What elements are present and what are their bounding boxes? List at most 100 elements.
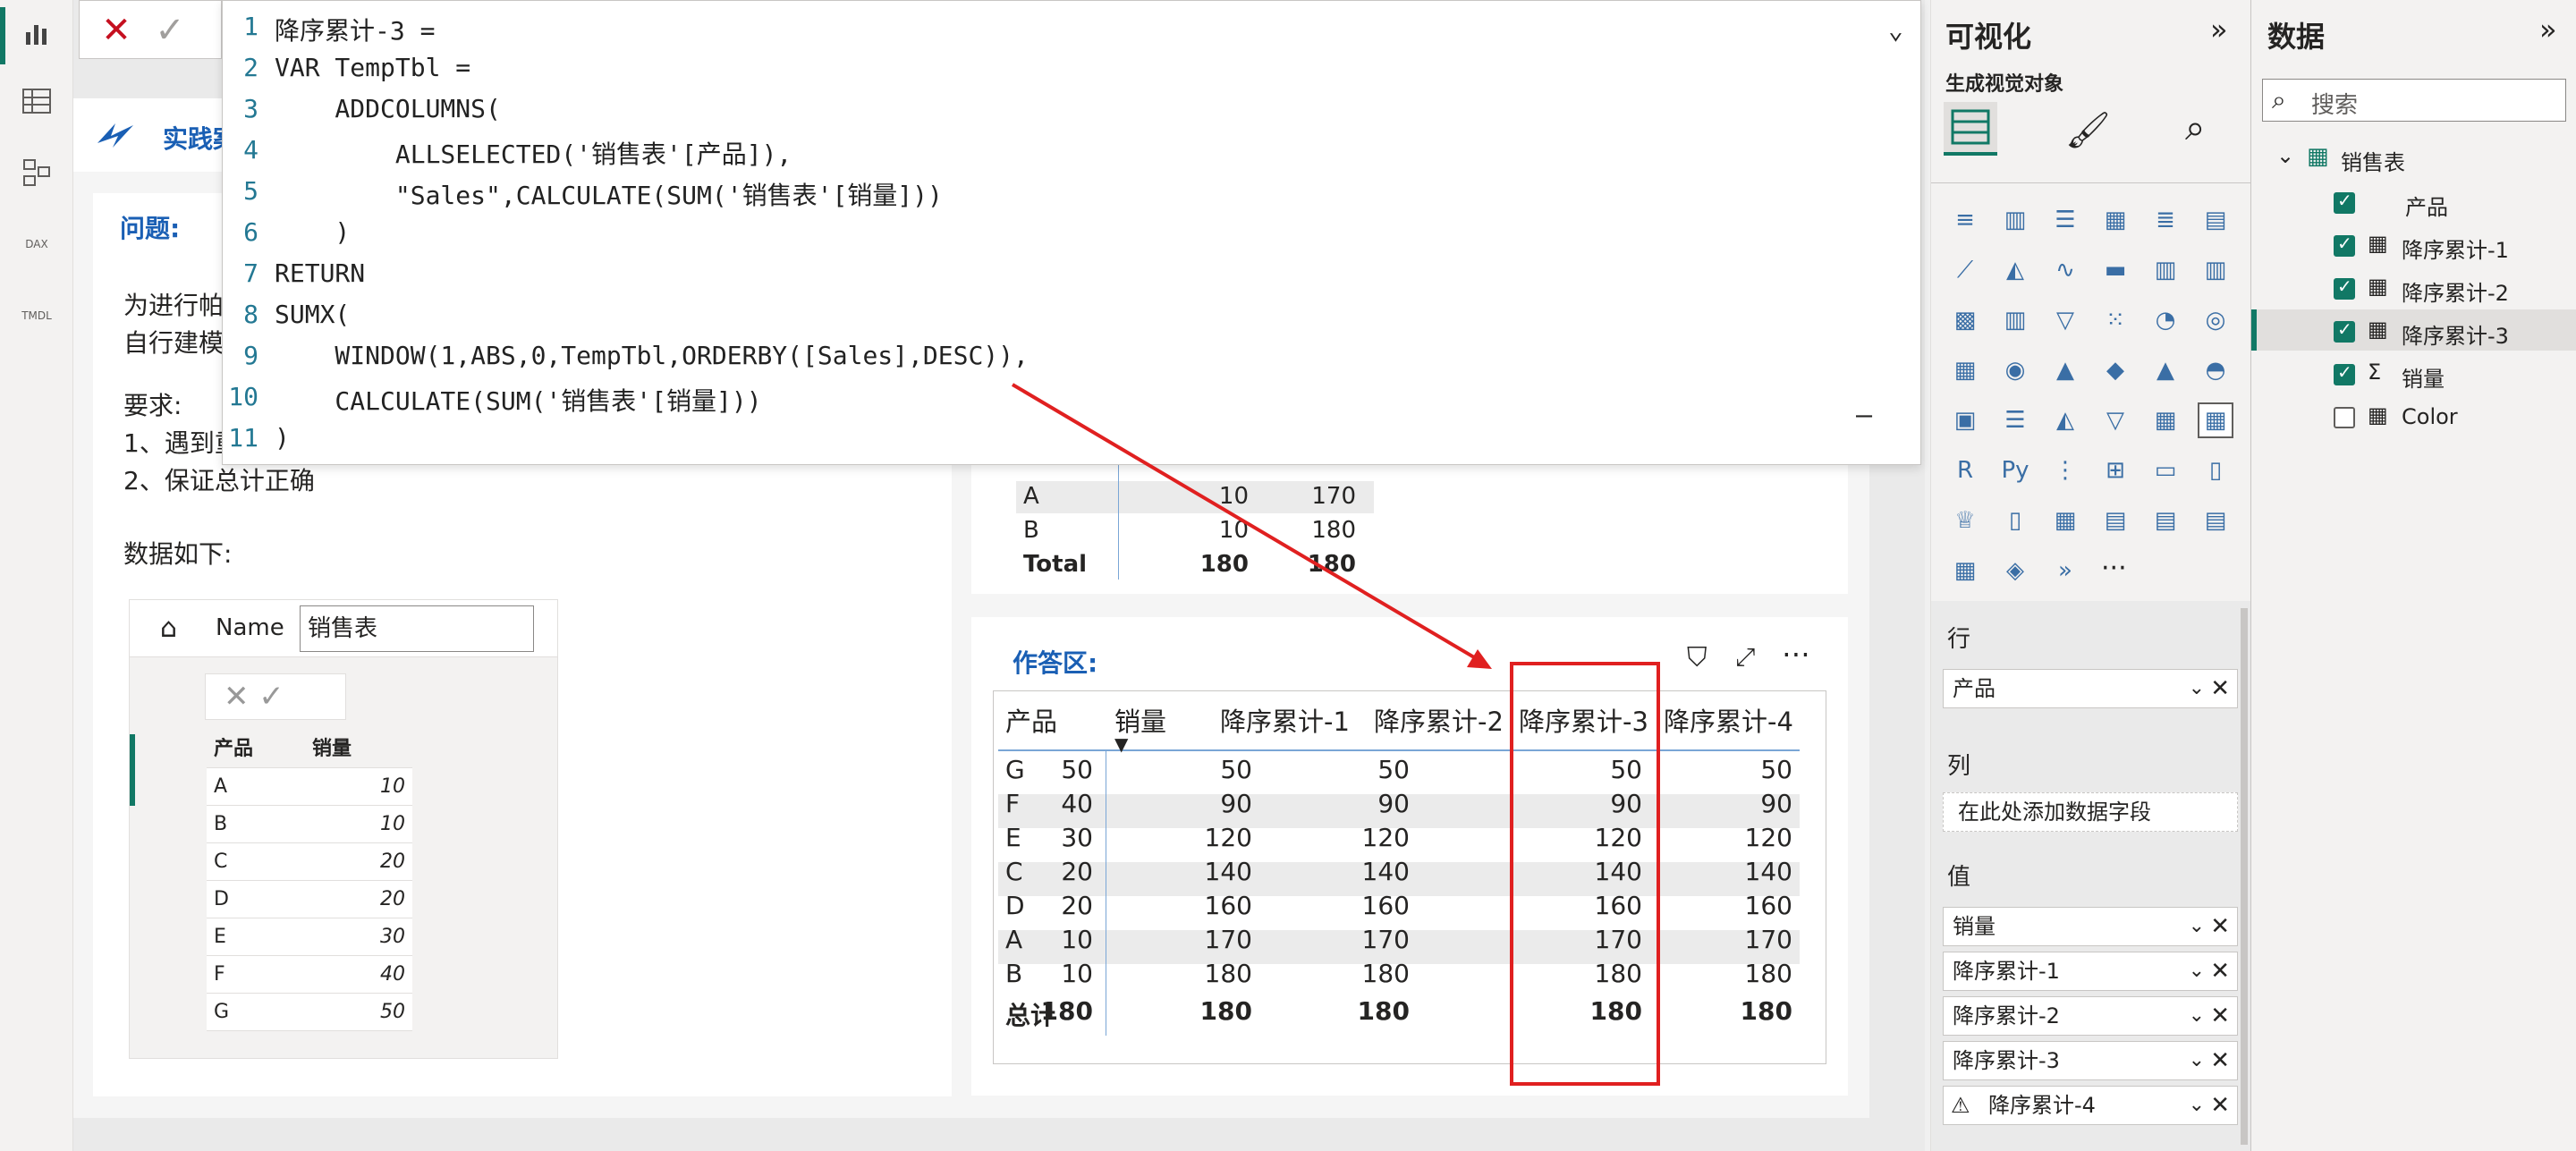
remove-field-icon[interactable]: ✕ [2210, 1042, 2230, 1079]
smart-narrative-icon[interactable]: ▤ [2148, 503, 2183, 538]
ribbon-chart-icon[interactable]: ▩ [1947, 302, 1983, 338]
power-automate-icon[interactable]: ▤ [2097, 503, 2133, 538]
field-name[interactable]: 降序累计-3 [2402, 318, 2509, 350]
table-name[interactable]: 销售表 [2341, 145, 2405, 176]
field-checkbox[interactable] [2334, 361, 2355, 385]
table-view-icon[interactable] [16, 80, 57, 122]
format-visual-icon[interactable]: 🖌 [2065, 109, 2111, 151]
column-header[interactable]: 降序累计-2 [1374, 701, 1504, 739]
line-column-icon[interactable]: ▥ [2148, 252, 2183, 288]
more-options-icon[interactable]: ⋯ [1782, 637, 1810, 671]
goals-icon[interactable]: ♕ [1947, 503, 1983, 538]
name-input[interactable]: 销售表 [300, 605, 534, 652]
map-icon[interactable]: ◉ [1997, 352, 2033, 388]
analytics-icon[interactable]: ⌕ [2185, 107, 2205, 148]
matrix-icon[interactable]: ▦ [2198, 402, 2233, 438]
fabric-icon[interactable]: ◈ [1997, 553, 2033, 588]
value-field-pill[interactable]: 降序累计-2 ⌄ ✕ [1943, 996, 2238, 1036]
report-view-icon[interactable] [16, 13, 57, 54]
columns-drop-zone[interactable]: 在此处添加数据字段 [1943, 792, 2238, 832]
collapse-vis-pane-icon[interactable]: » [2210, 13, 2228, 47]
key-influencers-icon[interactable]: ⋮ [2047, 453, 2083, 488]
multi-row-card-icon[interactable]: ☰ [1997, 402, 2033, 438]
field-checkbox[interactable] [2334, 233, 2355, 257]
field-checkbox[interactable] [2334, 275, 2355, 300]
area-icon[interactable]: ◭ [1997, 252, 2033, 288]
value-field-pill[interactable]: 降序累计-1 ⌄ ✕ [1943, 952, 2238, 991]
custom-visual-icon[interactable]: ▤ [2198, 503, 2233, 538]
tmdl-view-icon[interactable]: TMDL [16, 295, 57, 336]
collapse-data-pane-icon[interactable]: » [2539, 13, 2557, 47]
model-view-icon[interactable] [16, 152, 57, 193]
line-clustered-icon[interactable]: ▥ [2198, 252, 2233, 288]
chevron-down-icon[interactable]: ⌄ [2189, 670, 2205, 707]
shape-map-icon[interactable]: ◆ [2097, 352, 2133, 388]
remove-field-icon[interactable]: ✕ [2210, 1087, 2230, 1124]
column-header[interactable]: 产品 [1005, 701, 1057, 739]
power-automate-flow-icon[interactable]: » [2047, 553, 2083, 588]
azure-map-icon[interactable]: ▲ [2148, 352, 2183, 388]
r-visual-icon[interactable]: R [1947, 453, 1983, 488]
more-visuals[interactable]: ··· [2101, 553, 2127, 584]
wells-scrollbar[interactable] [2241, 608, 2248, 1145]
treemap-icon[interactable]: ▦ [1947, 352, 1983, 388]
kpi-icon[interactable]: ◭ [2047, 402, 2083, 438]
pie-icon[interactable]: ◔ [2148, 302, 2183, 338]
field-name[interactable]: 降序累计-2 [2402, 275, 2509, 307]
funnel-icon[interactable]: ▽ [2047, 302, 2083, 338]
chevron-down-icon[interactable]: ⌄ [2189, 908, 2205, 945]
field-checkbox[interactable] [2334, 190, 2355, 214]
waterfall-icon[interactable]: ▥ [1997, 302, 2033, 338]
stacked-column-icon[interactable]: ▥ [1997, 202, 2033, 238]
field-checkbox[interactable] [2334, 407, 2355, 428]
scatter-icon[interactable]: ⁙ [2097, 302, 2133, 338]
python-visual-icon[interactable]: Py [1997, 453, 2033, 488]
expand-table-icon[interactable]: ⌄ [2276, 143, 2294, 168]
filled-map-icon[interactable]: ▲ [2047, 352, 2083, 388]
focus-mode-icon[interactable]: ⤢ [1735, 642, 1755, 673]
collapse-editor-icon[interactable]: ⌄ [1888, 15, 1903, 45]
rows-field-pill[interactable]: 产品 ⌄ ✕ [1943, 669, 2238, 708]
donut-icon[interactable]: ◎ [2198, 302, 2233, 338]
column-header[interactable]: 降序累计-1 [1220, 701, 1350, 739]
100-bar-icon[interactable]: ≣ [2148, 202, 2183, 238]
remove-field-icon[interactable]: ✕ [2210, 952, 2230, 990]
stacked-bar-icon[interactable]: ≡ [1947, 202, 1983, 238]
value-field-pill[interactable]: 降序累计-3 ⌄ ✕ [1943, 1041, 2238, 1080]
chevron-down-icon[interactable]: ⌄ [2189, 997, 2205, 1035]
cancel-formula-icon[interactable]: ✕ [96, 10, 137, 51]
gauge-icon[interactable]: ◓ [2198, 352, 2233, 388]
slicer-icon[interactable]: ▽ [2097, 402, 2133, 438]
clustered-bar-icon[interactable]: ☰ [2047, 202, 2083, 238]
line-icon[interactable]: ⟋ [1947, 252, 1983, 288]
value-field-pill[interactable]: 降序累计-4 ⌄ ✕ ⚠ [1943, 1086, 2238, 1125]
chevron-down-icon[interactable]: ⌄ [2189, 1042, 2205, 1079]
field-name[interactable]: 产品 [2405, 190, 2448, 221]
search-box[interactable]: ⌕ 搜索 [2262, 79, 2566, 122]
column-header[interactable]: 降序累计-4 [1664, 701, 1793, 739]
remove-field-icon[interactable]: ✕ [2210, 997, 2230, 1035]
card-icon[interactable]: ▣ [1947, 402, 1983, 438]
stacked-area-icon[interactable]: ∿ [2047, 252, 2083, 288]
arcgis-icon[interactable]: ▦ [1947, 553, 1983, 588]
dax-query-view-icon[interactable]: DAX [16, 224, 57, 265]
field-checkbox[interactable] [2334, 318, 2355, 343]
sort-desc-icon[interactable]: ▼ [1114, 733, 1128, 755]
ribbon-icon[interactable]: ▬ [2097, 252, 2133, 288]
chevron-down-icon[interactable]: ⌄ [2189, 952, 2205, 990]
paginated-icon[interactable]: ▯ [1997, 503, 2033, 538]
build-visual-tab[interactable] [1944, 102, 1997, 156]
remove-field-icon[interactable]: ✕ [2210, 670, 2230, 707]
value-field-pill[interactable]: 销量 ⌄ ✕ [1943, 907, 2238, 946]
remove-field-icon[interactable]: ✕ [2210, 908, 2230, 945]
field-name[interactable]: 降序累计-1 [2402, 233, 2509, 264]
field-name[interactable]: 销量 [2402, 361, 2445, 393]
chevron-down-icon[interactable]: ⌄ [2189, 1087, 2205, 1124]
qna-icon[interactable]: ▭ [2148, 453, 2183, 488]
table-icon[interactable]: ▦ [2148, 402, 2183, 438]
decomposition-tree-icon[interactable]: ⊞ [2097, 453, 2133, 488]
field-name[interactable]: Color [2402, 404, 2458, 429]
100-column-icon[interactable]: ▤ [2198, 202, 2233, 238]
clustered-column-icon[interactable]: ▦ [2097, 202, 2133, 238]
power-apps-icon[interactable]: ▦ [2047, 503, 2083, 538]
